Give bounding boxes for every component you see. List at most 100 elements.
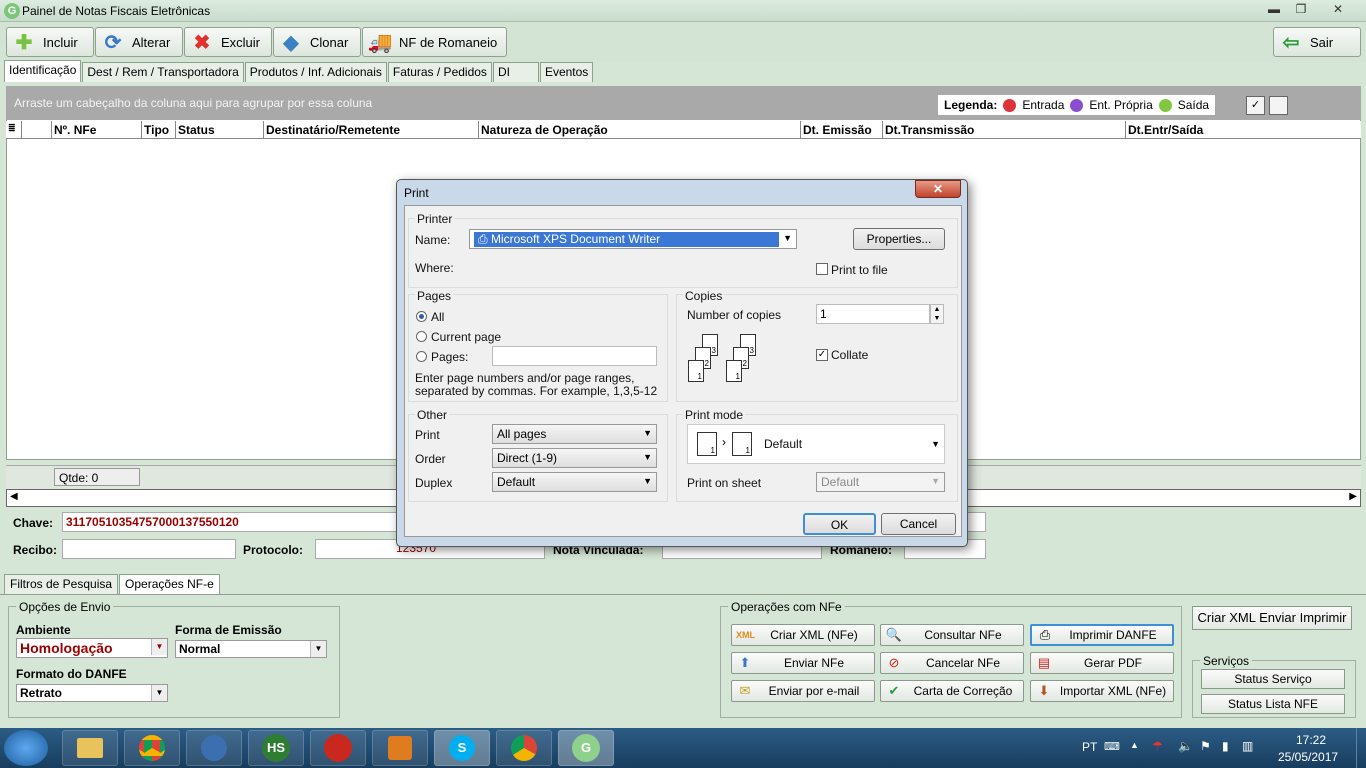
tab-operacoes-nfe[interactable]: Operações NF-e bbox=[119, 574, 220, 594]
col-dt-entr-saida[interactable]: Dt.Entr/Saída bbox=[1126, 121, 1361, 139]
chrome-icon[interactable] bbox=[496, 730, 552, 766]
tab-dest-rem-transportadora[interactable]: Dest / Rem / Transportadora bbox=[82, 62, 244, 82]
copies-spinner[interactable]: ▲ ▼ bbox=[930, 304, 944, 324]
check-all-icon[interactable]: ✓ bbox=[1246, 96, 1265, 115]
clock-time[interactable]: 17:22 bbox=[1296, 733, 1326, 747]
col-natureza[interactable]: Natureza de Operação bbox=[479, 121, 801, 139]
xml-icon: XML bbox=[736, 630, 755, 640]
importar-xml-button[interactable]: ⬇ Importar XML (NFe) bbox=[1030, 680, 1174, 702]
ent-propria-dot-icon bbox=[1070, 98, 1084, 112]
close-window-button[interactable]: ✕ bbox=[1318, 2, 1358, 18]
scroll-right-icon[interactable]: ▶ bbox=[1349, 491, 1357, 502]
col-checkbox[interactable] bbox=[22, 121, 52, 139]
nf-romaneio-button[interactable]: 🚚 NF de Romaneio bbox=[362, 27, 507, 57]
ambiente-select[interactable]: Homologação ▼ bbox=[16, 638, 168, 658]
print-on-sheet-select[interactable]: Default ▼ bbox=[816, 472, 945, 492]
g-app-icon[interactable]: G bbox=[558, 730, 614, 766]
copies-input[interactable]: 1 bbox=[816, 304, 930, 324]
tab-di[interactable]: DI bbox=[492, 62, 539, 82]
all-pages-radio[interactable] bbox=[416, 311, 427, 322]
current-page-label: Current page bbox=[431, 330, 502, 344]
thunderbird-icon[interactable] bbox=[186, 730, 242, 766]
battery-icon[interactable]: ▮ bbox=[1222, 739, 1229, 753]
criar-xml-button[interactable]: XML Criar XML (NFe) bbox=[731, 624, 875, 646]
pages-group-title: Pages bbox=[415, 289, 454, 303]
tab-faturas-pedidos[interactable]: Faturas / Pedidos bbox=[387, 62, 492, 82]
forma-emissao-select[interactable]: Normal ▼ bbox=[175, 640, 327, 658]
consultar-nfe-button[interactable]: 🔍 Consultar NFe bbox=[880, 624, 1024, 646]
skype-icon[interactable]: S bbox=[434, 730, 490, 766]
avira-icon[interactable]: ☂ bbox=[1152, 739, 1163, 753]
start-button[interactable] bbox=[4, 730, 48, 766]
duplex-label: Duplex bbox=[415, 476, 453, 490]
chevron-down-icon: ▼ bbox=[783, 233, 792, 243]
tab-filtros-pesquisa[interactable]: Filtros de Pesquisa bbox=[4, 574, 119, 594]
ambiente-label: Ambiente bbox=[16, 623, 71, 637]
criar-xml-enviar-imprimir-button[interactable]: Criar XML Enviar Imprimir bbox=[1192, 606, 1352, 630]
current-page-radio[interactable] bbox=[416, 331, 427, 342]
show-desktop-button[interactable] bbox=[1356, 728, 1366, 768]
printer-name-select[interactable]: ⎙ Microsoft XPS Document Writer ▼ bbox=[469, 229, 797, 249]
col-status[interactable]: Status bbox=[176, 121, 264, 139]
collate-checkbox[interactable]: ✓ bbox=[816, 349, 828, 361]
clock-date[interactable]: 25/05/2017 bbox=[1278, 750, 1338, 764]
pages-radio[interactable] bbox=[416, 351, 427, 362]
volume-icon[interactable]: 🔈 bbox=[1178, 739, 1193, 753]
ok-button[interactable]: OK bbox=[803, 513, 876, 535]
recibo-field[interactable] bbox=[62, 539, 236, 559]
network-icon[interactable]: ▥ bbox=[1242, 739, 1253, 753]
language-indicator[interactable]: PT bbox=[1082, 740, 1097, 754]
sair-button[interactable]: ⇦ Sair bbox=[1273, 27, 1361, 57]
maximize-button[interactable]: ❐ bbox=[1289, 2, 1313, 18]
cancel-button[interactable]: Cancel bbox=[881, 513, 956, 535]
print-mode-group-title: Print mode bbox=[683, 408, 746, 422]
print-to-file-checkbox[interactable] bbox=[816, 263, 828, 275]
clonar-button[interactable]: ◆ Clonar bbox=[273, 27, 361, 57]
col-destinatario[interactable]: Destinatário/Remetente bbox=[264, 121, 479, 139]
window-title: Painel de Notas Fiscais Eletrônicas bbox=[22, 4, 211, 18]
minimize-button[interactable]: ▬ bbox=[1262, 2, 1286, 18]
chrome-icon[interactable] bbox=[124, 730, 180, 766]
explorer-icon[interactable] bbox=[62, 730, 118, 766]
alterar-button[interactable]: ⟳ Alterar bbox=[95, 27, 183, 57]
duplex-select[interactable]: Default ▼ bbox=[492, 472, 657, 492]
properties-button[interactable]: Properties... bbox=[853, 228, 945, 250]
servicos-title: Serviços bbox=[1200, 654, 1253, 668]
col-numero[interactable]: Nº. NFe bbox=[52, 121, 142, 139]
col-tipo[interactable]: Tipo bbox=[142, 121, 176, 139]
print-select[interactable]: All pages ▼ bbox=[492, 424, 657, 444]
cancelar-nfe-button[interactable]: ⊘ Cancelar NFe bbox=[880, 652, 1024, 674]
media-player-icon[interactable] bbox=[372, 730, 428, 766]
chave-field[interactable]: 31170510354757000137550120 bbox=[62, 512, 402, 532]
col-dt-transmissao[interactable]: Dt.Transmissão bbox=[883, 121, 1126, 139]
incluir-button[interactable]: ✚ Incluir bbox=[6, 27, 94, 57]
keyboard-icon[interactable]: ⌨ bbox=[1104, 740, 1120, 753]
order-select[interactable]: Direct (1-9) ▼ bbox=[492, 448, 657, 468]
pages-range-input[interactable] bbox=[492, 346, 657, 366]
status-servico-button[interactable]: Status Serviço bbox=[1201, 669, 1345, 689]
print-mode-select[interactable]: 1 › 1 Default ▼ bbox=[687, 424, 945, 464]
col-dt-emissao[interactable]: Dt. Emissão bbox=[801, 121, 883, 139]
column-chooser-icon[interactable]: ≣ bbox=[6, 121, 22, 139]
pdf-icon: ▤ bbox=[1037, 655, 1051, 670]
tab-identificacao[interactable]: Identificação bbox=[4, 60, 82, 82]
tab-produtos[interactable]: Produtos / Inf. Adicionais bbox=[244, 62, 387, 82]
excluir-button[interactable]: ✖ Excluir bbox=[184, 27, 272, 57]
print-dialog-close-button[interactable]: ✕ bbox=[915, 180, 961, 198]
download-arrow-icon: ⬇ bbox=[1038, 683, 1050, 698]
show-hidden-icons-icon[interactable]: ▲ bbox=[1130, 740, 1139, 750]
red-app-icon[interactable] bbox=[310, 730, 366, 766]
formato-danfe-select[interactable]: Retrato ▼ bbox=[16, 684, 168, 702]
scroll-left-icon[interactable]: ◀ bbox=[10, 491, 18, 502]
gerar-pdf-button[interactable]: ▤ Gerar PDF bbox=[1030, 652, 1174, 674]
flag-icon[interactable]: ⚑ bbox=[1200, 739, 1211, 753]
printer-selected-item: ⎙ Microsoft XPS Document Writer bbox=[474, 232, 779, 247]
tab-eventos[interactable]: Eventos bbox=[539, 62, 594, 82]
carta-correcao-button[interactable]: ✔ Carta de Correção bbox=[880, 680, 1024, 702]
enviar-email-button[interactable]: ✉ Enviar por e-mail bbox=[731, 680, 875, 702]
imprimir-danfe-button[interactable]: ⎙ Imprimir DANFE bbox=[1030, 624, 1174, 646]
hs-app-icon[interactable]: HS bbox=[248, 730, 304, 766]
enviar-nfe-button[interactable]: ⬆ Enviar NFe bbox=[731, 652, 875, 674]
uncheck-all-icon[interactable] bbox=[1269, 96, 1288, 115]
status-lista-nfe-button[interactable]: Status Lista NFE bbox=[1201, 694, 1345, 714]
